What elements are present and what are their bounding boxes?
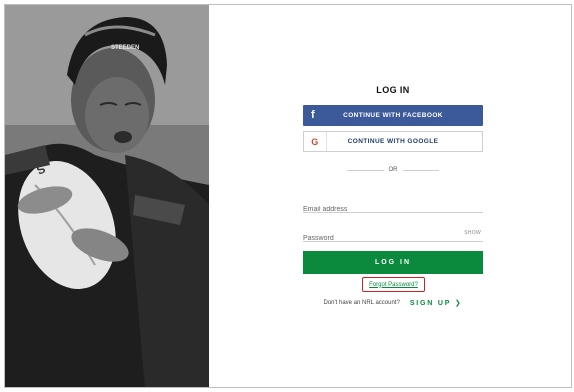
login-page: STEEDEN S LOG IN f CONTINUE WITH FACEBOO…: [4, 4, 572, 388]
sign-up-link[interactable]: SIGN UP ❯: [410, 299, 463, 307]
divider-text: OR: [388, 167, 398, 173]
facebook-icon: f: [311, 109, 316, 121]
continue-with-google-button[interactable]: G CONTINUE WITH GOOGLE: [303, 131, 483, 152]
login-heading: LOG IN: [376, 85, 410, 95]
google-button-label: CONTINUE WITH GOOGLE: [347, 138, 439, 145]
facebook-button-label: CONTINUE WITH FACEBOOK: [343, 112, 443, 119]
signup-row: Don't have an NRL account? SIGN UP ❯: [303, 299, 483, 307]
forgot-password-link[interactable]: Forgot Password?: [369, 282, 418, 288]
no-account-text: Don't have an NRL account?: [323, 300, 400, 306]
cap-text: STEEDEN: [111, 45, 139, 51]
login-button[interactable]: LOG IN: [303, 251, 483, 274]
divider-line-right: [402, 169, 439, 171]
divider-line-left: [347, 169, 384, 171]
login-form: LOG IN f CONTINUE WITH FACEBOOK G CONTIN…: [303, 5, 483, 387]
password-field-wrapper: SHOW: [303, 227, 483, 242]
show-password-toggle[interactable]: SHOW: [464, 230, 481, 236]
google-icon: G: [304, 132, 327, 151]
rugby-player-image: STEEDEN S: [5, 5, 209, 387]
continue-with-facebook-button[interactable]: f CONTINUE WITH FACEBOOK: [303, 105, 483, 126]
email-field[interactable]: [303, 206, 453, 213]
hero-photo: STEEDEN S: [5, 5, 209, 387]
password-field[interactable]: [303, 235, 453, 242]
or-divider: OR: [347, 165, 439, 175]
email-field-wrapper: [303, 198, 483, 213]
forgot-password-highlight: Forgot Password?: [362, 277, 425, 292]
